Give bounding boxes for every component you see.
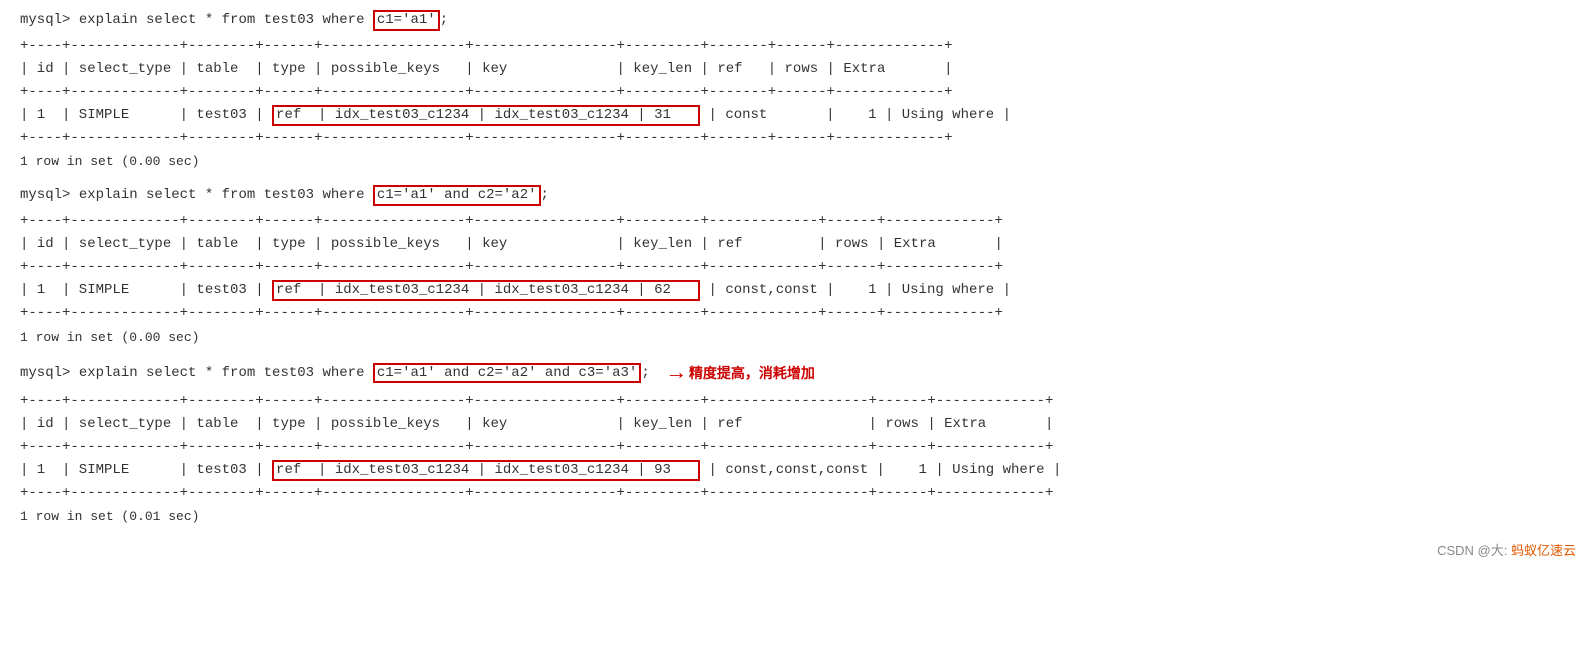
sep-mid-3: +----+-------------+--------+------+----… [20,436,1576,459]
rowcount-3: 1 row in set (0.01 sec) [20,509,1576,524]
prompt-2: mysql> [20,187,70,203]
sql-highlight-1: c1='a1' [373,10,440,31]
sql-before-3: explain select * from test03 where [70,365,372,381]
sep-mid-2: +----+-------------+--------+------+----… [20,256,1576,279]
data-highlight-2: ref | idx_test03_c1234 | idx_test03_c123… [272,280,700,301]
sql-before-1: explain select * from test03 where [70,12,372,28]
sep-top-3: +----+-------------+--------+------+----… [20,390,1576,413]
query-block-2: mysql> explain select * from test03 wher… [20,185,1576,344]
arrow-icon: → [670,361,683,386]
sep-bot-2: +----+-------------+--------+------+----… [20,302,1576,325]
sql-before-2: explain select * from test03 where [70,187,372,203]
annotation-text-3: 精度提高，消耗增加 [689,363,815,383]
header-1: | id | select_type | table | type | poss… [20,58,1576,81]
query-line-2: mysql> explain select * from test03 wher… [20,185,1576,206]
sep-mid-1: +----+-------------+--------+------+----… [20,81,1576,104]
footer: CSDN @大: 蚂蚁亿速云 [20,540,1576,559]
table-3: +----+-------------+--------+------+----… [20,390,1576,505]
sql-after-1: ; [440,12,448,28]
data-row-2: | 1 | SIMPLE | test03 | ref | idx_test03… [20,279,1576,302]
sep-top-2: +----+-------------+--------+------+----… [20,210,1576,233]
prompt-1: mysql> [20,12,70,28]
sep-bot-3: +----+-------------+--------+------+----… [20,482,1576,505]
data-highlight-3: ref | idx_test03_c1234 | idx_test03_c123… [272,460,700,481]
sql-after-3: ; [641,365,649,381]
query-block-1: mysql> explain select * from test03 wher… [20,10,1576,169]
header-2: | id | select_type | table | type | poss… [20,233,1576,256]
query-annotation-row: mysql> explain select * from test03 wher… [20,361,1576,386]
data-highlight-1: ref | idx_test03_c1234 | idx_test03_c123… [272,105,700,126]
prompt-3: mysql> [20,365,70,381]
query-line-3: mysql> explain select * from test03 wher… [20,363,650,384]
footer-brand: 蚂蚁亿速云 [1511,543,1576,558]
sql-highlight-2: c1='a1' and c2='a2' [373,185,541,206]
sql-after-2: ; [541,187,549,203]
query-line-1: mysql> explain select * from test03 wher… [20,10,1576,31]
main-container: mysql> explain select * from test03 wher… [20,10,1576,559]
sql-highlight-3: c1='a1' and c2='a2' and c3='a3' [373,363,641,384]
rowcount-2: 1 row in set (0.00 sec) [20,330,1576,345]
footer-csdn: CSDN @大: [1437,543,1507,558]
table-2: +----+-------------+--------+------+----… [20,210,1576,325]
query-block-3: mysql> explain select * from test03 wher… [20,361,1576,524]
sep-bot-1: +----+-------------+--------+------+----… [20,127,1576,150]
table-1: +----+-------------+--------+------+----… [20,35,1576,150]
header-3: | id | select_type | table | type | poss… [20,413,1576,436]
data-row-3: | 1 | SIMPLE | test03 | ref | idx_test03… [20,459,1576,482]
data-row-1: | 1 | SIMPLE | test03 | ref | idx_test03… [20,104,1576,127]
rowcount-1: 1 row in set (0.00 sec) [20,154,1576,169]
sep-top-1: +----+-------------+--------+------+----… [20,35,1576,58]
